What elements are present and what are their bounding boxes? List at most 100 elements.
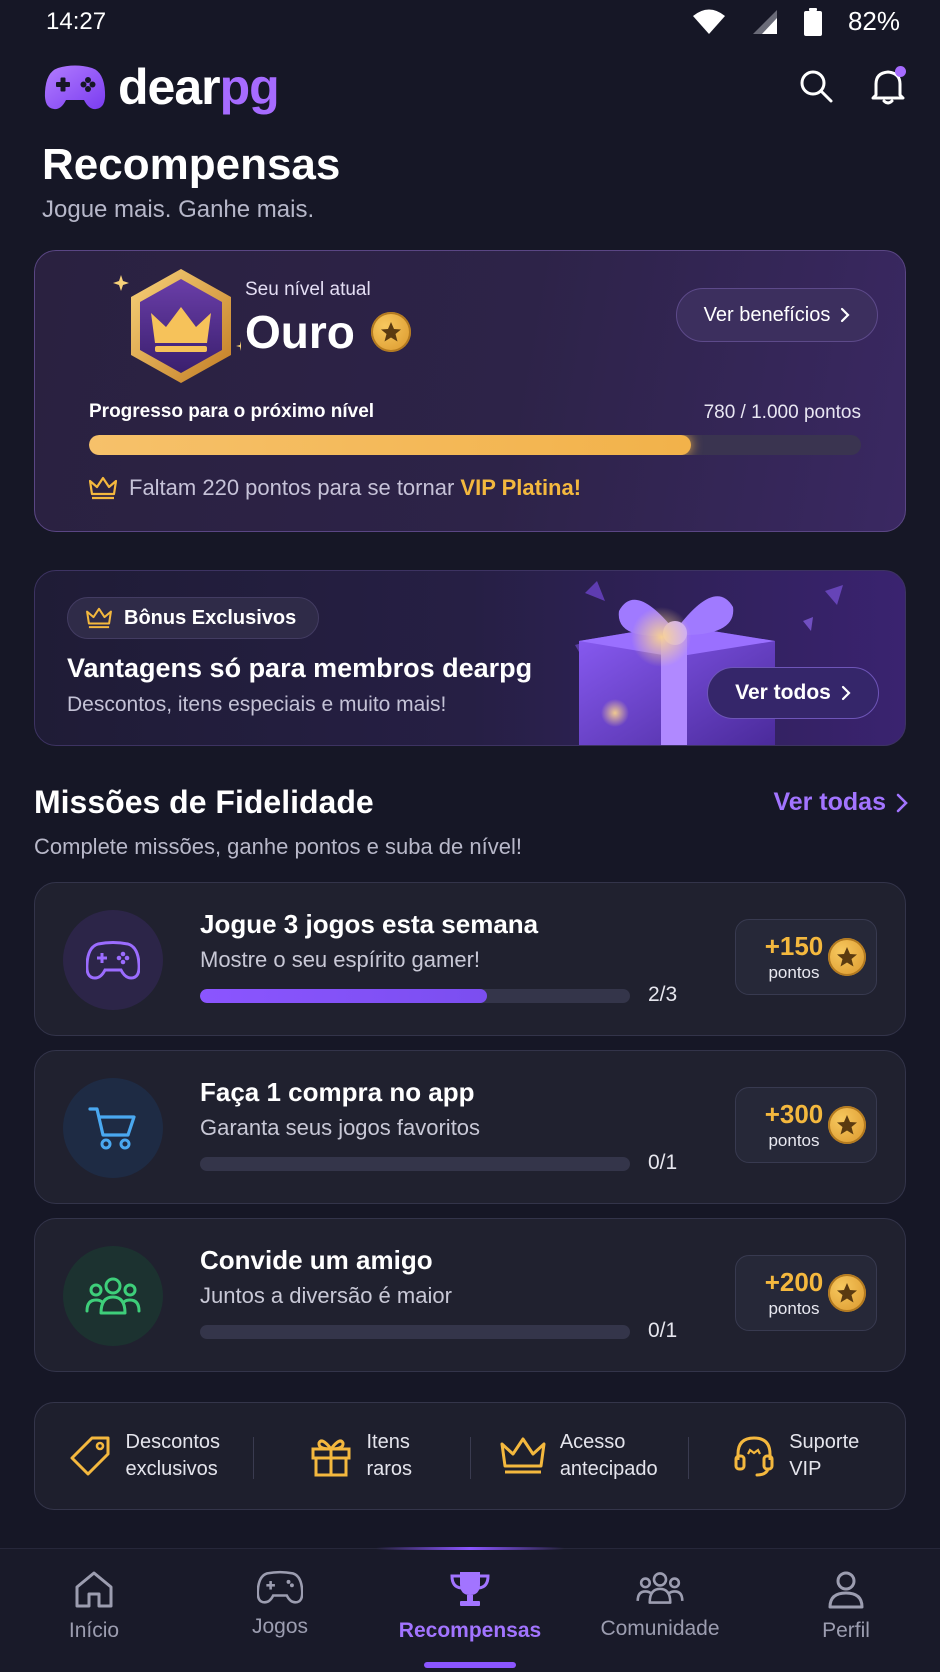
gold-level-badge-icon — [113, 269, 241, 383]
missions-subtitle: Complete missões, ganhe pontos e suba de… — [34, 834, 522, 859]
notifications-button[interactable] — [868, 66, 908, 106]
tab-label: Perfil — [822, 1619, 870, 1642]
trophy-icon — [450, 1572, 490, 1606]
status-bar: 14:27 82% — [0, 0, 940, 44]
perk-label-line1: Itens — [366, 1431, 410, 1453]
tab-label: Comunidade — [600, 1617, 720, 1640]
perk-label-line1: Suporte — [789, 1431, 860, 1453]
status-time: 14:27 — [46, 8, 107, 35]
cart-icon — [88, 1107, 136, 1150]
gift-illustration — [575, 581, 843, 745]
view-benefits-button[interactable]: Ver benefícios — [676, 288, 878, 342]
crown-icon — [86, 607, 112, 629]
perk-label-line2: raros — [366, 1458, 413, 1480]
remaining-points-note: Faltam 220 pontos para se tornar VIP Pla… — [89, 475, 581, 501]
home-indicator — [424, 1662, 516, 1668]
remaining-highlight: VIP Platina! — [460, 475, 582, 500]
star-coin-icon — [828, 938, 866, 976]
bonus-subtitle: Descontos, itens especiais e muito mais! — [67, 693, 447, 716]
mission-reward: +150 pontos — [735, 919, 877, 995]
tab-community[interactable]: Comunidade — [566, 1549, 754, 1672]
mission-title: Jogue 3 jogos esta semana — [200, 909, 539, 939]
view-all-bonus-label: Ver todos — [735, 681, 831, 704]
mission-subtitle: Mostre o seu espírito gamer! — [200, 947, 481, 972]
level-label: Seu nível atual — [245, 279, 371, 300]
progress-label: Progresso para o próximo nível — [89, 401, 375, 422]
signal-icon — [752, 9, 777, 34]
chevron-right-icon — [841, 307, 850, 323]
mission-count: 0/1 — [648, 1151, 678, 1174]
tab-home[interactable]: Início — [0, 1549, 188, 1672]
perks-strip: Descontos exclusivos Itens raros Acesso ant… — [34, 1402, 906, 1510]
mission-title: Faça 1 compra no app — [200, 1077, 475, 1107]
tab-label: Jogos — [251, 1615, 309, 1638]
headset-icon — [734, 1436, 774, 1477]
mission-progress-fill — [200, 989, 487, 1003]
mission-card[interactable]: Faça 1 compra no app Garanta seus jogos … — [34, 1050, 906, 1204]
mission-subtitle: Juntos a diversão é maior — [200, 1283, 452, 1308]
tab-profile[interactable]: Perfil — [752, 1549, 940, 1672]
mission-card[interactable]: Convide um amigo Juntos a diversão é mai… — [34, 1218, 906, 1372]
wifi-icon — [692, 9, 725, 34]
chevron-right-icon — [896, 793, 908, 812]
search-button[interactable] — [796, 66, 836, 106]
perk-vip-support[interactable]: Suporte VIP — [687, 1403, 906, 1509]
bonus-title: Vantagens só para membros dearpg — [67, 653, 533, 683]
gift-icon — [311, 1439, 351, 1477]
mission-icon-circle — [63, 1246, 163, 1346]
mission-count: 2/3 — [648, 983, 678, 1006]
mission-progress-bar — [200, 1325, 630, 1339]
mission-card[interactable]: Jogue 3 jogos esta semana Mostre o seu e… — [34, 882, 906, 1036]
crown-icon — [89, 476, 117, 500]
mission-reward: +300 pontos — [735, 1087, 877, 1163]
perk-early-access[interactable]: Acesso antecipado — [470, 1403, 688, 1509]
search-icon — [800, 70, 833, 103]
perk-label-line1: Acesso — [559, 1431, 626, 1453]
level-name-row: Ouro — [245, 305, 411, 359]
crown-icon — [500, 1437, 546, 1474]
tab-rewards[interactable]: Recompensas — [376, 1549, 564, 1672]
star-coin-icon — [828, 1274, 866, 1312]
notification-dot — [895, 66, 906, 77]
view-all-missions-link[interactable]: Ver todas — [773, 788, 908, 817]
mission-subtitle: Garanta seus jogos favoritos — [200, 1115, 481, 1140]
level-name: Ouro — [245, 306, 355, 358]
tab-games[interactable]: Jogos — [186, 1549, 374, 1672]
community-icon — [636, 1572, 684, 1604]
mission-reward: +200 pontos — [735, 1255, 877, 1331]
perk-discounts[interactable]: Descontos exclusivos — [35, 1403, 253, 1509]
page-title: Recompensas — [42, 140, 341, 189]
bonus-tag-label: Bônus Exclusivos — [124, 606, 297, 629]
star-coin-icon — [370, 312, 411, 352]
battery-percent: 82% — [847, 6, 900, 36]
logo[interactable]: dearpg — [44, 58, 280, 116]
view-all-bonus-button[interactable]: Ver todos — [707, 667, 879, 719]
mission-count: 0/1 — [648, 1319, 678, 1342]
user-icon — [828, 1571, 864, 1609]
battery-icon — [803, 7, 822, 36]
exclusive-bonus-card[interactable]: Bônus Exclusivos Vantagens só para membr… — [34, 570, 906, 746]
mission-icon-circle — [63, 1078, 163, 1178]
page-subtitle: Jogue mais. Ganhe mais. — [42, 196, 315, 223]
tag-icon — [70, 1436, 109, 1476]
app-header: dearpg — [44, 56, 908, 116]
progress-points: 780 / 1.000 pontos — [703, 402, 861, 423]
logo-text-part1: dear — [118, 59, 221, 115]
logo-text-part2: pg — [219, 59, 280, 115]
mission-icon-circle — [63, 910, 163, 1010]
bonus-tag: Bônus Exclusivos — [67, 597, 320, 639]
tab-label: Início — [68, 1619, 120, 1642]
perk-label-line2: antecipado — [559, 1458, 658, 1480]
star-coin-icon — [828, 1106, 866, 1144]
tab-label: Recompensas — [398, 1619, 542, 1642]
perk-label-line2: VIP — [789, 1458, 822, 1480]
level-progress-fill — [89, 435, 692, 455]
home-icon — [75, 1571, 113, 1608]
perk-rare-items[interactable]: Itens raros — [252, 1403, 471, 1509]
mission-progress-bar — [200, 989, 630, 1003]
friends-icon — [85, 1277, 141, 1315]
view-benefits-label: Ver benefícios — [703, 303, 831, 326]
perk-label-line1: Descontos — [125, 1431, 221, 1453]
gamepad-logo-icon — [44, 65, 106, 110]
bottom-tab-bar: Início Jogos Recompensas Comunidade Perf… — [0, 1547, 940, 1672]
